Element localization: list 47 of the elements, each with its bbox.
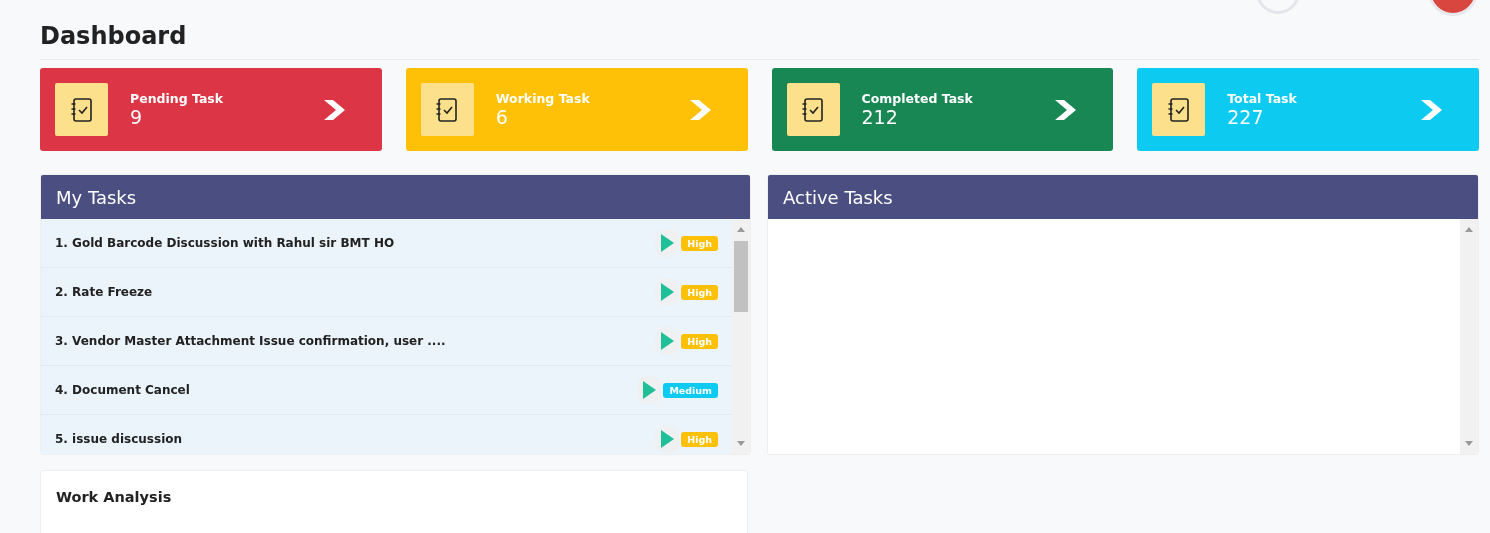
panel-header: My Tasks	[41, 175, 750, 219]
play-icon	[659, 233, 676, 253]
play-icon	[659, 429, 676, 449]
scrollbar[interactable]	[732, 219, 750, 454]
priority-badge: Medium	[663, 382, 718, 398]
card-label: Completed Task	[861, 91, 974, 106]
scroll-down-icon[interactable]	[736, 439, 746, 448]
notebook-check-icon	[801, 96, 825, 123]
notebook-check-icon	[69, 96, 94, 123]
chevron-right-icon[interactable]	[1420, 98, 1444, 121]
card-label: Pending Task	[130, 91, 225, 106]
scroll-up-icon[interactable]	[1464, 225, 1474, 234]
card-label: Working Task	[495, 91, 591, 106]
card-count: 6	[495, 106, 509, 128]
summary-card[interactable]: Completed Task 212	[771, 68, 1114, 151]
task-name[interactable]: 1. Gold Barcode Discussion with Rahul sir BMT HO	[55, 236, 656, 250]
notebook-check-icon	[435, 96, 460, 123]
chevron-right-icon[interactable]	[322, 98, 347, 121]
task-name[interactable]: 5. issue discussion	[55, 432, 656, 446]
summary-card[interactable]: Pending Task 9	[40, 68, 382, 151]
card-title: Work Analysis	[56, 489, 172, 505]
task-name[interactable]: 3. Vendor Master Attachment Issue confirmation, user ....	[55, 334, 656, 348]
play-button[interactable]	[655, 425, 680, 453]
scroll-up-icon[interactable]	[736, 225, 746, 234]
play-icon	[641, 380, 658, 400]
task-name[interactable]: 4. Document Cancel	[55, 383, 638, 397]
task-name[interactable]: 2. Rate Freeze	[55, 285, 656, 299]
play-button[interactable]	[637, 376, 662, 404]
priority-badge: High	[681, 235, 718, 251]
play-icon	[659, 282, 676, 302]
priority-badge: High	[681, 431, 718, 447]
card-label: Total Task	[1227, 91, 1298, 106]
play-icon	[659, 331, 676, 351]
play-button[interactable]	[655, 278, 680, 306]
panel-header: Active Tasks	[768, 175, 1478, 219]
scroll-thumb[interactable]	[734, 241, 748, 312]
scrollbar[interactable]	[1460, 219, 1478, 454]
card-count: 9	[130, 106, 144, 128]
notebook-check-icon	[1166, 96, 1191, 123]
card-count: 212	[861, 106, 899, 128]
page-title: Dashboard	[40, 22, 1479, 60]
play-button[interactable]	[655, 327, 680, 355]
play-button[interactable]	[655, 229, 680, 257]
card-count: 227	[1227, 106, 1265, 128]
priority-badge: High	[681, 333, 718, 349]
scroll-down-icon[interactable]	[1464, 439, 1474, 448]
priority-badge: High	[681, 284, 718, 300]
